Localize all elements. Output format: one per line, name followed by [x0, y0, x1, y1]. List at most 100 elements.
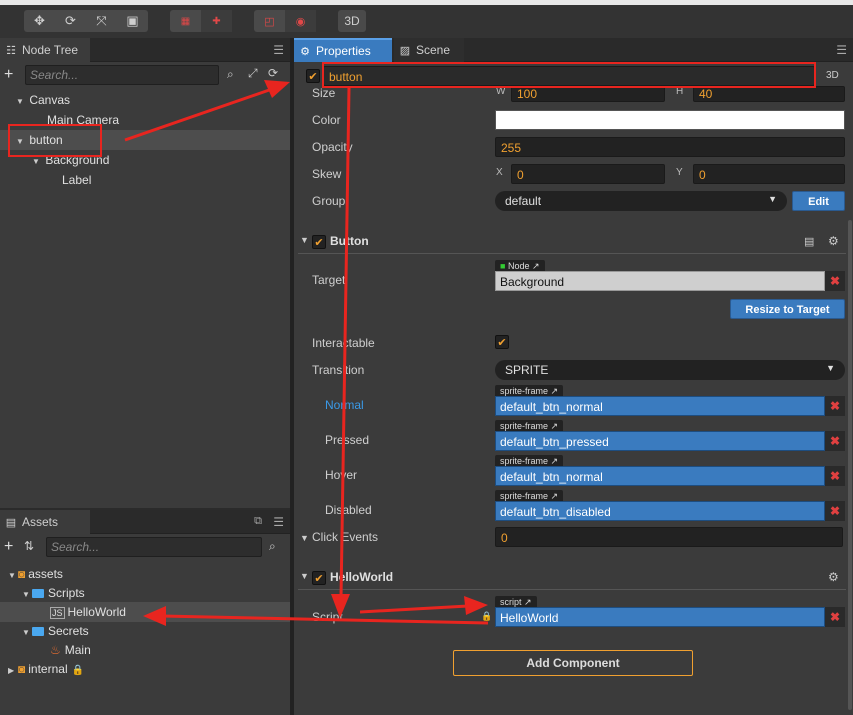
tree-item-canvas[interactable]: ▼ Canvas — [16, 90, 70, 110]
helloworld-enabled-checkbox[interactable]: ✔ — [312, 571, 326, 585]
asset-item-assets[interactable]: ▼ ◙ assets — [8, 564, 63, 584]
color-swatch[interactable] — [495, 110, 845, 130]
tree-item-main-camera[interactable]: Main Camera — [47, 110, 119, 130]
asset-item-label: Main — [64, 643, 91, 657]
asset-item-secrets[interactable]: ▼ Secrets — [22, 621, 89, 641]
space-tools: ◰ ◉ — [254, 10, 316, 32]
add-icon[interactable]: + — [4, 538, 13, 556]
button-section-header[interactable]: ▼ ✔ Button ▤ ⚙ — [298, 230, 846, 254]
sort-icon[interactable]: ⇅ — [24, 539, 34, 553]
scale-icon[interactable]: ⤧ — [86, 10, 117, 32]
pivot-icon[interactable]: ✚ — [201, 10, 232, 32]
clear-target-icon[interactable]: ✖ — [825, 271, 845, 291]
docs-icon[interactable]: ▤ — [804, 235, 814, 248]
helloworld-section-header[interactable]: ▼ ✔ HelloWorld ⚙ — [298, 566, 846, 590]
clear-hover-icon[interactable]: ✖ — [825, 466, 845, 486]
hover-sprite-field[interactable]: default_btn_normal — [495, 466, 825, 486]
target-field[interactable]: Background — [495, 271, 825, 291]
color-label: Color — [312, 113, 341, 127]
tree-item-background[interactable]: ▼ Background — [32, 150, 109, 170]
pressed-sprite-field[interactable]: default_btn_pressed — [495, 431, 825, 451]
width-input[interactable]: 100 — [511, 86, 665, 102]
tree-item-label: Label — [62, 173, 92, 187]
mode-3d-label[interactable]: 3D — [826, 70, 839, 81]
anchor-icon[interactable]: ▦ — [170, 10, 201, 32]
caret-down-icon[interactable]: ▼ — [300, 533, 309, 543]
menu-icon[interactable]: ☰ — [273, 43, 284, 57]
gear-icon[interactable]: ⚙ — [828, 234, 839, 248]
disabled-sprite-field[interactable]: default_btn_disabled — [495, 501, 825, 521]
properties-scrollbar[interactable] — [848, 220, 852, 710]
opacity-input[interactable]: 255 — [495, 137, 845, 157]
add-component-button[interactable]: Add Component — [453, 650, 693, 676]
refresh-icon[interactable]: ⟳ — [268, 66, 278, 80]
search-icon[interactable]: ⌕ — [269, 539, 276, 554]
clear-normal-icon[interactable]: ✖ — [825, 396, 845, 416]
maximize-icon[interactable]: ⧉ — [254, 515, 262, 528]
button-enabled-checkbox[interactable]: ✔ — [312, 235, 326, 249]
height-input[interactable]: 40 — [693, 86, 845, 102]
lock-icon: 🔒 — [481, 611, 493, 621]
tree-item-button[interactable]: ▼ button — [16, 130, 63, 150]
tree-item-label-node[interactable]: Label — [62, 170, 91, 190]
script-field[interactable]: HelloWorld — [495, 607, 825, 627]
pivot-tools: ▦ ✚ — [170, 10, 232, 32]
tab-properties[interactable]: ⚙ Properties — [294, 38, 392, 62]
asset-item-internal[interactable]: ▶ ◙ internal 🔒 — [8, 659, 84, 679]
caret-down-icon: ▼ — [32, 157, 40, 166]
sprite-frame-tag-label: sprite-frame — [500, 456, 549, 466]
add-icon[interactable]: + — [4, 66, 13, 84]
height-label: H — [676, 86, 684, 97]
asset-item-label: Scripts — [48, 586, 85, 600]
menu-icon[interactable]: ☰ — [273, 515, 284, 529]
asset-item-label: HelloWorld — [67, 605, 126, 619]
clear-pressed-icon[interactable]: ✖ — [825, 431, 845, 451]
transition-select[interactable]: SPRITE ▼ — [495, 360, 845, 380]
link-icon: ↗ — [531, 261, 540, 271]
node-active-checkbox[interactable]: ✔ — [306, 69, 320, 83]
interactable-checkbox[interactable]: ✔ — [495, 335, 509, 349]
gear-icon: ⚙ — [300, 45, 310, 58]
assets-panel: + ⇅ Search... ⌕ ▼ ◙ assets ▼ Scripts JS Hell… — [0, 534, 290, 715]
sprite-frame-tag-label: sprite-frame — [500, 421, 549, 431]
click-events-input[interactable]: 0 — [495, 527, 843, 547]
normal-label: Normal — [325, 398, 364, 412]
tab-node-tree[interactable]: ☷ Node Tree — [0, 38, 90, 62]
rotate-icon[interactable]: ⟳ — [55, 10, 86, 32]
caret-down-icon: ▼ — [300, 571, 309, 581]
node-tree-panel: + Search... ⌕ ⤢ ⟳ ▼ Canvas Main Camera ▼… — [0, 62, 290, 508]
local-icon[interactable]: ◰ — [254, 10, 285, 32]
move-icon[interactable]: ✥ — [24, 10, 55, 32]
tab-node-tree-label: Node Tree — [22, 43, 79, 57]
normal-sprite-field[interactable]: default_btn_normal — [495, 396, 825, 416]
gear-icon[interactable]: ⚙ — [828, 570, 839, 584]
rect-icon[interactable]: ▣ — [117, 10, 148, 32]
edit-group-button[interactable]: Edit — [792, 191, 845, 211]
tab-scene[interactable]: ▨ Scene — [394, 38, 464, 62]
interactable-label: Interactable — [312, 336, 375, 350]
global-icon[interactable]: ◉ — [285, 10, 316, 32]
properties-tabbar: ⚙ Properties ▨ Scene ☰ — [294, 38, 853, 62]
asset-item-scripts[interactable]: ▼ Scripts — [22, 583, 85, 603]
search-icon[interactable]: ⌕ — [227, 67, 234, 82]
asset-item-main[interactable]: ♨ Main — [50, 640, 91, 660]
asset-search-input[interactable]: Search... — [46, 537, 262, 557]
db-icon: ◙ — [18, 662, 26, 676]
tab-assets[interactable]: ▤ Assets — [0, 510, 90, 534]
clear-script-icon[interactable]: ✖ — [825, 607, 845, 627]
resize-to-target-button[interactable]: Resize to Target — [730, 299, 845, 319]
menu-icon[interactable]: ☰ — [836, 43, 847, 57]
skew-x-input[interactable]: 0 — [511, 164, 665, 184]
transition-label: Transition — [312, 363, 365, 377]
link-icon: ↗ — [550, 456, 559, 466]
group-select[interactable]: default ▼ — [495, 191, 787, 211]
node-name-input[interactable]: button — [323, 66, 815, 86]
node-search-input[interactable]: Search... — [25, 65, 219, 85]
mode-3d-toggle[interactable]: 3D — [338, 10, 366, 32]
asset-item-helloworld[interactable]: JS HelloWorld — [50, 602, 126, 622]
expand-icon[interactable]: ⤢ — [248, 66, 258, 81]
clear-disabled-icon[interactable]: ✖ — [825, 501, 845, 521]
scene-icon: ▨ — [399, 44, 411, 57]
skew-y-input[interactable]: 0 — [693, 164, 845, 184]
skew-label: Skew — [312, 167, 342, 181]
